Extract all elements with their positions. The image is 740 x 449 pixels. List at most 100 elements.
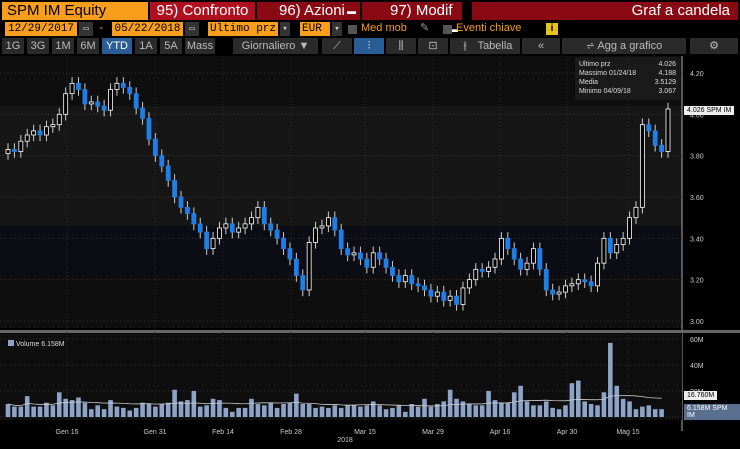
start-date-input[interactable]: 12/29/2017 [5,22,77,36]
volume-bar [95,405,101,417]
volume-bar [582,401,587,417]
ticker-field[interactable]: SPM IM Equity [2,2,148,20]
candle [364,258,370,268]
frequency-select[interactable]: Giornaliero ▼ [233,38,318,54]
candle [88,101,94,105]
candle [165,165,171,181]
candle [255,206,261,219]
candle [249,217,254,225]
candle [325,217,331,227]
candle [466,279,472,289]
volume-bar [249,398,254,417]
volume-bar [601,392,607,417]
candle [518,258,524,270]
calendar-icon[interactable]: ▭ [185,22,199,36]
volume-bar [204,405,209,417]
candle [178,196,184,208]
candle [524,262,530,270]
volume-bar [268,402,274,417]
candle [332,217,338,231]
candle [415,283,421,287]
edit-button[interactable]: 97) Modif ▬ [362,2,462,34]
volume-bar [627,401,632,417]
candle [531,248,536,264]
candle [639,124,645,208]
chevron-down-icon[interactable]: ▾ [332,22,342,36]
table-button[interactable]: Tabella [470,38,520,54]
candle [120,82,126,88]
volume-bar [505,402,511,417]
key-events-checkbox[interactable] [443,25,452,34]
candle [274,229,280,239]
add-to-chart-button[interactable]: ⩫ Agg a grafico [562,38,686,54]
volume-bar [422,398,427,417]
candle [428,289,434,297]
candle [646,124,652,132]
candle [44,126,49,136]
volume-bar [652,409,658,417]
volume-bar [390,407,395,417]
volume-bar [441,401,447,417]
period-5a[interactable]: 5A [160,38,182,54]
volume-bar [556,409,562,417]
volume-bar [101,409,107,417]
candle-chart-icon[interactable]: ⫶ [354,38,384,54]
candle [627,217,632,239]
annotation-icon[interactable]: ⊡ [418,38,448,54]
candle [101,105,107,111]
collapse-button[interactable]: « [522,38,560,54]
candle [210,237,216,250]
price-tick-label: 4.20 [690,71,704,78]
period-1g[interactable]: 1G [2,38,24,54]
candle [319,225,325,229]
volume-bar [165,402,171,417]
period-1a[interactable]: 1A [135,38,157,54]
period-6m[interactable]: 6M [77,38,99,54]
volume-bar [345,405,350,417]
period-3g[interactable]: 3G [27,38,49,54]
candle [473,268,479,281]
candle [24,134,30,142]
volume-tick-label: 60M [690,337,704,344]
volume-legend: Volume 6.158M [8,340,65,348]
price-legend: Ultimo prz 4.026 Massimo 01/24/18 4.188 Me… [575,57,680,100]
x-year-label: 2018 [337,437,353,444]
volume-bar [377,405,382,417]
compare-button[interactable]: 95) Confronto [150,2,255,20]
calendar-icon[interactable]: ▭ [79,22,93,36]
period-1m[interactable]: 1M [52,38,74,54]
currency-select[interactable]: EUR [300,22,330,36]
settings-button[interactable]: ⚙ [690,38,738,54]
chevron-down-icon[interactable]: ▾ [280,22,290,36]
pencil-icon[interactable]: ✎ [420,21,429,34]
bar-chart-icon[interactable]: ⫼ [386,38,416,54]
candle [281,237,286,250]
moving-avg-checkbox[interactable] [348,25,357,34]
candle [492,258,498,268]
candle [358,252,363,260]
candle [486,266,491,272]
volume-bar [31,406,36,417]
price-tick-label: 3.00 [690,319,704,326]
volume-bar [12,406,17,417]
volume-bar [114,406,120,417]
x-tick-label: Feb 28 [280,429,302,436]
volume-bar [50,405,56,417]
avg-value: 3.5129 [654,79,676,86]
volume-bar [575,380,581,417]
actions-button[interactable]: 96) Azioni ▬ [257,2,360,20]
period-ytd[interactable]: YTD [102,38,132,54]
candle [56,113,62,126]
field-select[interactable]: Ultimo prz [208,22,278,36]
line-chart-icon[interactable]: ⟋ [322,38,352,54]
price-chart[interactable]: 4.204.003.803.603.403.203.0060M40M20M0Ge… [0,56,740,449]
candle [595,262,600,287]
end-date-input[interactable]: 05/22/2018 [112,22,183,36]
candle [345,248,351,256]
volume-avg-tag: 16.760M [684,391,718,400]
candle [447,295,453,301]
volume-bar [127,410,133,417]
chart-type-title: Graf a candela [472,2,738,20]
info-icon[interactable]: i [546,23,558,35]
period-mass[interactable]: Mass [185,38,215,54]
